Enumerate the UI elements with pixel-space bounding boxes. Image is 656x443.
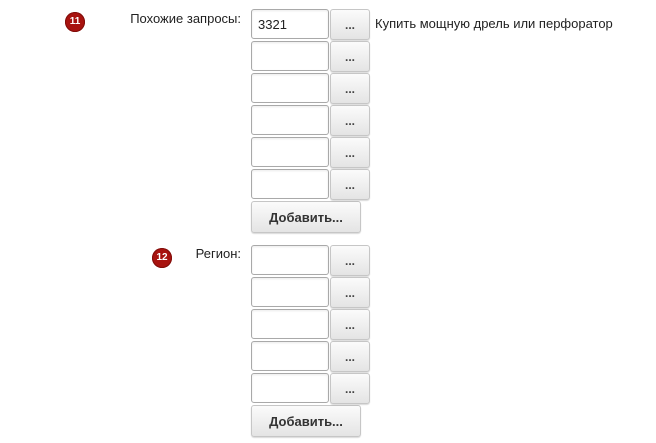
- region-input[interactable]: [251, 277, 329, 307]
- region-input[interactable]: [251, 341, 329, 371]
- similar-query-browse-button[interactable]: ...: [330, 137, 370, 168]
- region-row: ...: [251, 373, 391, 404]
- similar-query-input[interactable]: [251, 9, 329, 39]
- similar-query-row: ...: [251, 137, 391, 168]
- similar-query-browse-button[interactable]: ...: [330, 169, 370, 200]
- region-row: ...: [251, 277, 391, 308]
- similar-queries-label: Похожие запросы:: [130, 11, 241, 26]
- similar-query-browse-button[interactable]: ...: [330, 105, 370, 136]
- region-browse-button[interactable]: ...: [330, 373, 370, 404]
- region-row: ...: [251, 309, 391, 340]
- region-input[interactable]: [251, 245, 329, 275]
- region-input[interactable]: [251, 309, 329, 339]
- region-label: Регион:: [195, 246, 241, 261]
- similar-query-hint: Купить мощную дрель или перфоратор: [375, 16, 613, 31]
- similar-query-input[interactable]: [251, 41, 329, 71]
- section-number-badge: 12: [152, 248, 172, 268]
- form-page: 11 Похожие запросы: ... ... ... ... ... …: [0, 0, 656, 443]
- similar-query-input[interactable]: [251, 105, 329, 135]
- similar-query-row: ...: [251, 41, 391, 72]
- similar-query-input[interactable]: [251, 169, 329, 199]
- similar-query-browse-button[interactable]: ...: [330, 41, 370, 72]
- similar-queries-rows: ... ... ... ... ... ... Добавить...: [251, 9, 391, 233]
- add-region-button[interactable]: Добавить...: [251, 405, 361, 437]
- similar-query-input[interactable]: [251, 73, 329, 103]
- region-browse-button[interactable]: ...: [330, 341, 370, 372]
- add-similar-query-button[interactable]: Добавить...: [251, 201, 361, 233]
- region-row: ...: [251, 341, 391, 372]
- similar-query-row: ...: [251, 169, 391, 200]
- similar-query-browse-button[interactable]: ...: [330, 9, 370, 40]
- region-browse-button[interactable]: ...: [330, 277, 370, 308]
- similar-query-browse-button[interactable]: ...: [330, 73, 370, 104]
- similar-query-input[interactable]: [251, 137, 329, 167]
- section-number-badge: 11: [65, 12, 85, 32]
- region-row: ...: [251, 245, 391, 276]
- region-rows: ... ... ... ... ... Добавить...: [251, 245, 391, 437]
- similar-query-row: ...: [251, 105, 391, 136]
- region-browse-button[interactable]: ...: [330, 309, 370, 340]
- region-browse-button[interactable]: ...: [330, 245, 370, 276]
- region-input[interactable]: [251, 373, 329, 403]
- similar-query-row: ...: [251, 9, 391, 40]
- similar-query-row: ...: [251, 73, 391, 104]
